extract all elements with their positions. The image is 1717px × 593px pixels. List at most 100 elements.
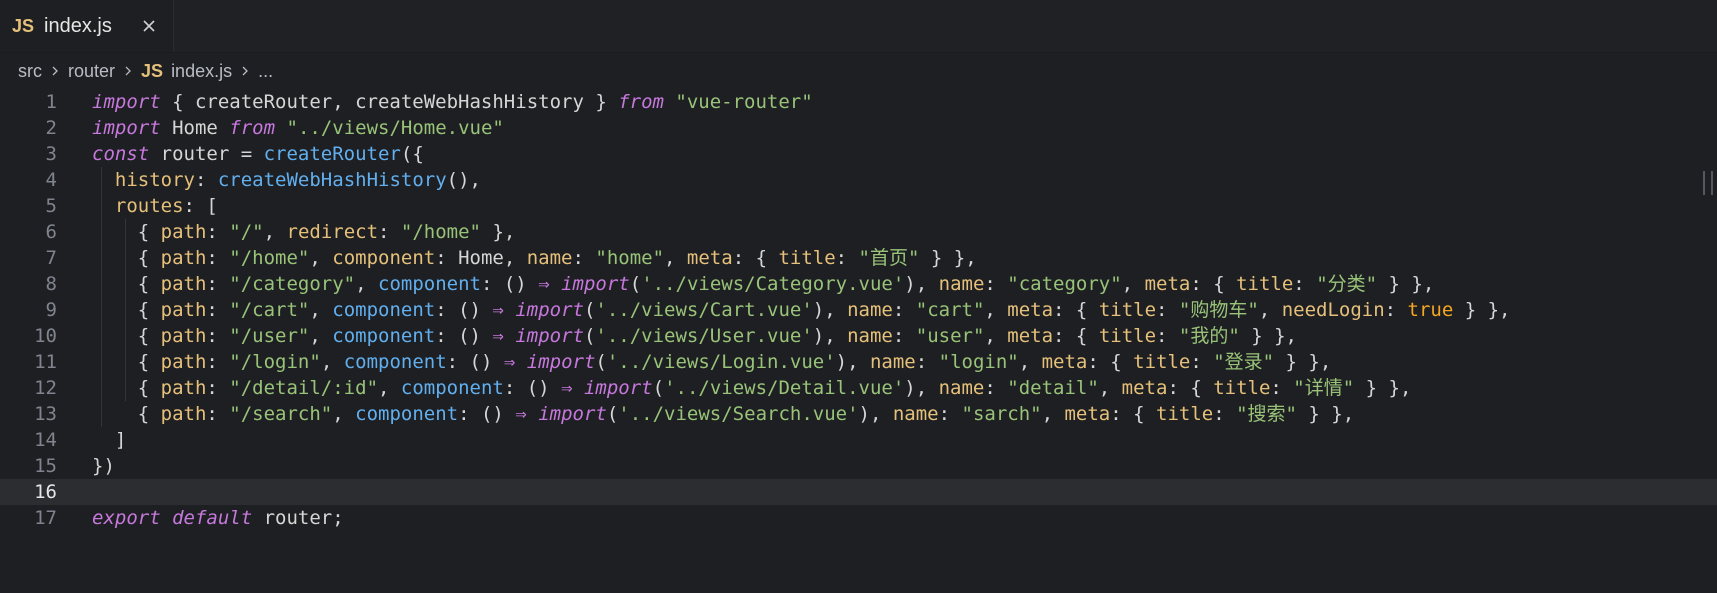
code-token: title xyxy=(1213,377,1271,399)
code-token: "/home" xyxy=(400,221,481,243)
code-token: "cart" xyxy=(915,299,985,321)
code-token: name xyxy=(847,325,893,347)
line-number: 7 xyxy=(45,247,57,269)
code-token: { createRouter, createWebHashHistory } xyxy=(160,91,619,113)
code-token: title xyxy=(1133,351,1191,373)
code-token: "详情" xyxy=(1293,377,1355,399)
breadcrumb-item-file[interactable]: index.js xyxy=(171,61,232,82)
code-token: path xyxy=(160,299,207,321)
code-text: routes: [ xyxy=(92,195,218,217)
code-line[interactable]: 7 { path: "/home", component: Home, name… xyxy=(0,245,1717,271)
code-token: meta xyxy=(1121,377,1168,399)
code-token: '../views/Detail.vue' xyxy=(664,377,905,399)
code-line[interactable]: 1 import { createRouter, createWebHashHis… xyxy=(0,89,1717,115)
code-token: '../views/Category.vue' xyxy=(641,273,905,295)
code-token: redirect xyxy=(286,221,379,243)
code-token: "/home" xyxy=(229,247,310,269)
code-token: ), xyxy=(812,299,848,321)
code-token: , xyxy=(664,247,687,269)
code-token: "/search" xyxy=(229,403,333,425)
code-line[interactable]: 3 const router = createRouter({ xyxy=(0,141,1717,167)
code-token: : xyxy=(206,325,230,347)
code-token: true xyxy=(1407,299,1454,321)
code-token: }) xyxy=(92,455,115,477)
code-line[interactable]: 13 { path: "/search", component: () ⇒ im… xyxy=(0,401,1717,427)
tab-bar-spacer xyxy=(174,0,1717,52)
line-number: 5 xyxy=(45,195,57,217)
code-token: export xyxy=(92,507,161,529)
code-line[interactable]: 6 { path: "/", redirect: "/home" }, xyxy=(0,219,1717,245)
code-token: : xyxy=(1156,325,1179,347)
code-line[interactable]: 15}) xyxy=(0,453,1717,479)
line-number: 14 xyxy=(34,429,57,451)
code-text: import Home from "../views/Home.vue" xyxy=(92,117,504,139)
code-token: : xyxy=(194,169,218,191)
code-token: , xyxy=(309,247,333,269)
code-token: "登录" xyxy=(1213,351,1275,373)
code-token: meta xyxy=(1144,273,1191,295)
code-line[interactable]: 14 ] xyxy=(0,427,1717,453)
code-line[interactable]: 9 { path: "/cart", component: () ⇒ impor… xyxy=(0,297,1717,323)
javascript-file-icon: JS xyxy=(141,60,164,81)
code-token: "分类" xyxy=(1316,273,1378,295)
code-token: : xyxy=(572,247,596,269)
code-token: : { xyxy=(1167,377,1214,399)
code-line[interactable]: 16 xyxy=(0,479,1717,505)
code-token: component xyxy=(332,299,436,321)
code-text: { path: "/category", component: () ⇒ imp… xyxy=(92,273,1435,295)
code-token: { xyxy=(92,377,161,399)
code-token: path xyxy=(160,377,207,399)
code-token: import xyxy=(538,403,607,425)
code-token: : () xyxy=(458,403,516,425)
code-token: (), xyxy=(446,169,481,191)
code-token: const xyxy=(92,143,150,165)
code-token: '../views/Search.vue' xyxy=(618,403,859,425)
code-token: "/login" xyxy=(229,351,321,373)
code-line[interactable]: 10 { path: "/user", component: () ⇒ impo… xyxy=(0,323,1717,349)
code-token: : () xyxy=(435,299,493,321)
breadcrumb-item-src[interactable]: src xyxy=(18,61,42,82)
code-line[interactable]: 2 import Home from "../views/Home.vue" xyxy=(0,115,1717,141)
tab-index-js[interactable]: JS index.js xyxy=(0,0,174,52)
code-token: router; xyxy=(252,507,344,529)
code-text: { path: "/cart", component: () ⇒ import(… xyxy=(92,299,1511,321)
code-token: } }, xyxy=(1296,403,1355,425)
code-token: "/detail/:id" xyxy=(229,377,379,399)
code-token: : xyxy=(938,403,962,425)
code-text: { path: "/user", component: () ⇒ import(… xyxy=(92,325,1297,347)
line-number: 1 xyxy=(45,91,57,113)
line-number: 17 xyxy=(34,507,57,529)
code-token: ( xyxy=(583,325,596,347)
breadcrumb-item-router[interactable]: router xyxy=(68,61,115,82)
code-line[interactable]: 5 routes: [ xyxy=(0,193,1717,219)
breadcrumb: src router JS index.js ... xyxy=(0,53,1717,89)
code-line[interactable]: 17 export default router; xyxy=(0,505,1717,531)
code-token: : { xyxy=(1087,351,1134,373)
chevron-right-icon xyxy=(120,63,136,79)
code-line[interactable]: 12 { path: "/detail/:id", component: () … xyxy=(0,375,1717,401)
code-token: { xyxy=(92,221,161,243)
code-token: ( xyxy=(652,377,665,399)
code-line[interactable]: 4 history: createWebHashHistory(), xyxy=(0,167,1717,193)
code-token: import xyxy=(92,117,161,139)
code-token: : xyxy=(892,299,916,321)
breadcrumb-item-more[interactable]: ... xyxy=(258,61,273,82)
code-token: : xyxy=(206,351,230,373)
code-editor[interactable]: 1 import { createRouter, createWebHashHis… xyxy=(0,89,1717,593)
code-token: '../views/Cart.vue' xyxy=(595,299,813,321)
line-number: 2 xyxy=(45,117,57,139)
code-line[interactable]: 8 { path: "/category", component: () ⇒ i… xyxy=(0,271,1717,297)
code-token: title xyxy=(778,247,836,269)
code-token: "/category" xyxy=(229,273,356,295)
close-icon[interactable] xyxy=(137,14,161,38)
code-token: name xyxy=(847,299,893,321)
code-token: "login" xyxy=(938,351,1019,373)
code-token: ⇒ xyxy=(538,273,550,295)
code-token: Home xyxy=(160,117,230,139)
line-number: 11 xyxy=(34,351,57,373)
code-line[interactable]: 11 { path: "/login", component: () ⇒ imp… xyxy=(0,349,1717,375)
code-token: ⇒ xyxy=(561,377,573,399)
